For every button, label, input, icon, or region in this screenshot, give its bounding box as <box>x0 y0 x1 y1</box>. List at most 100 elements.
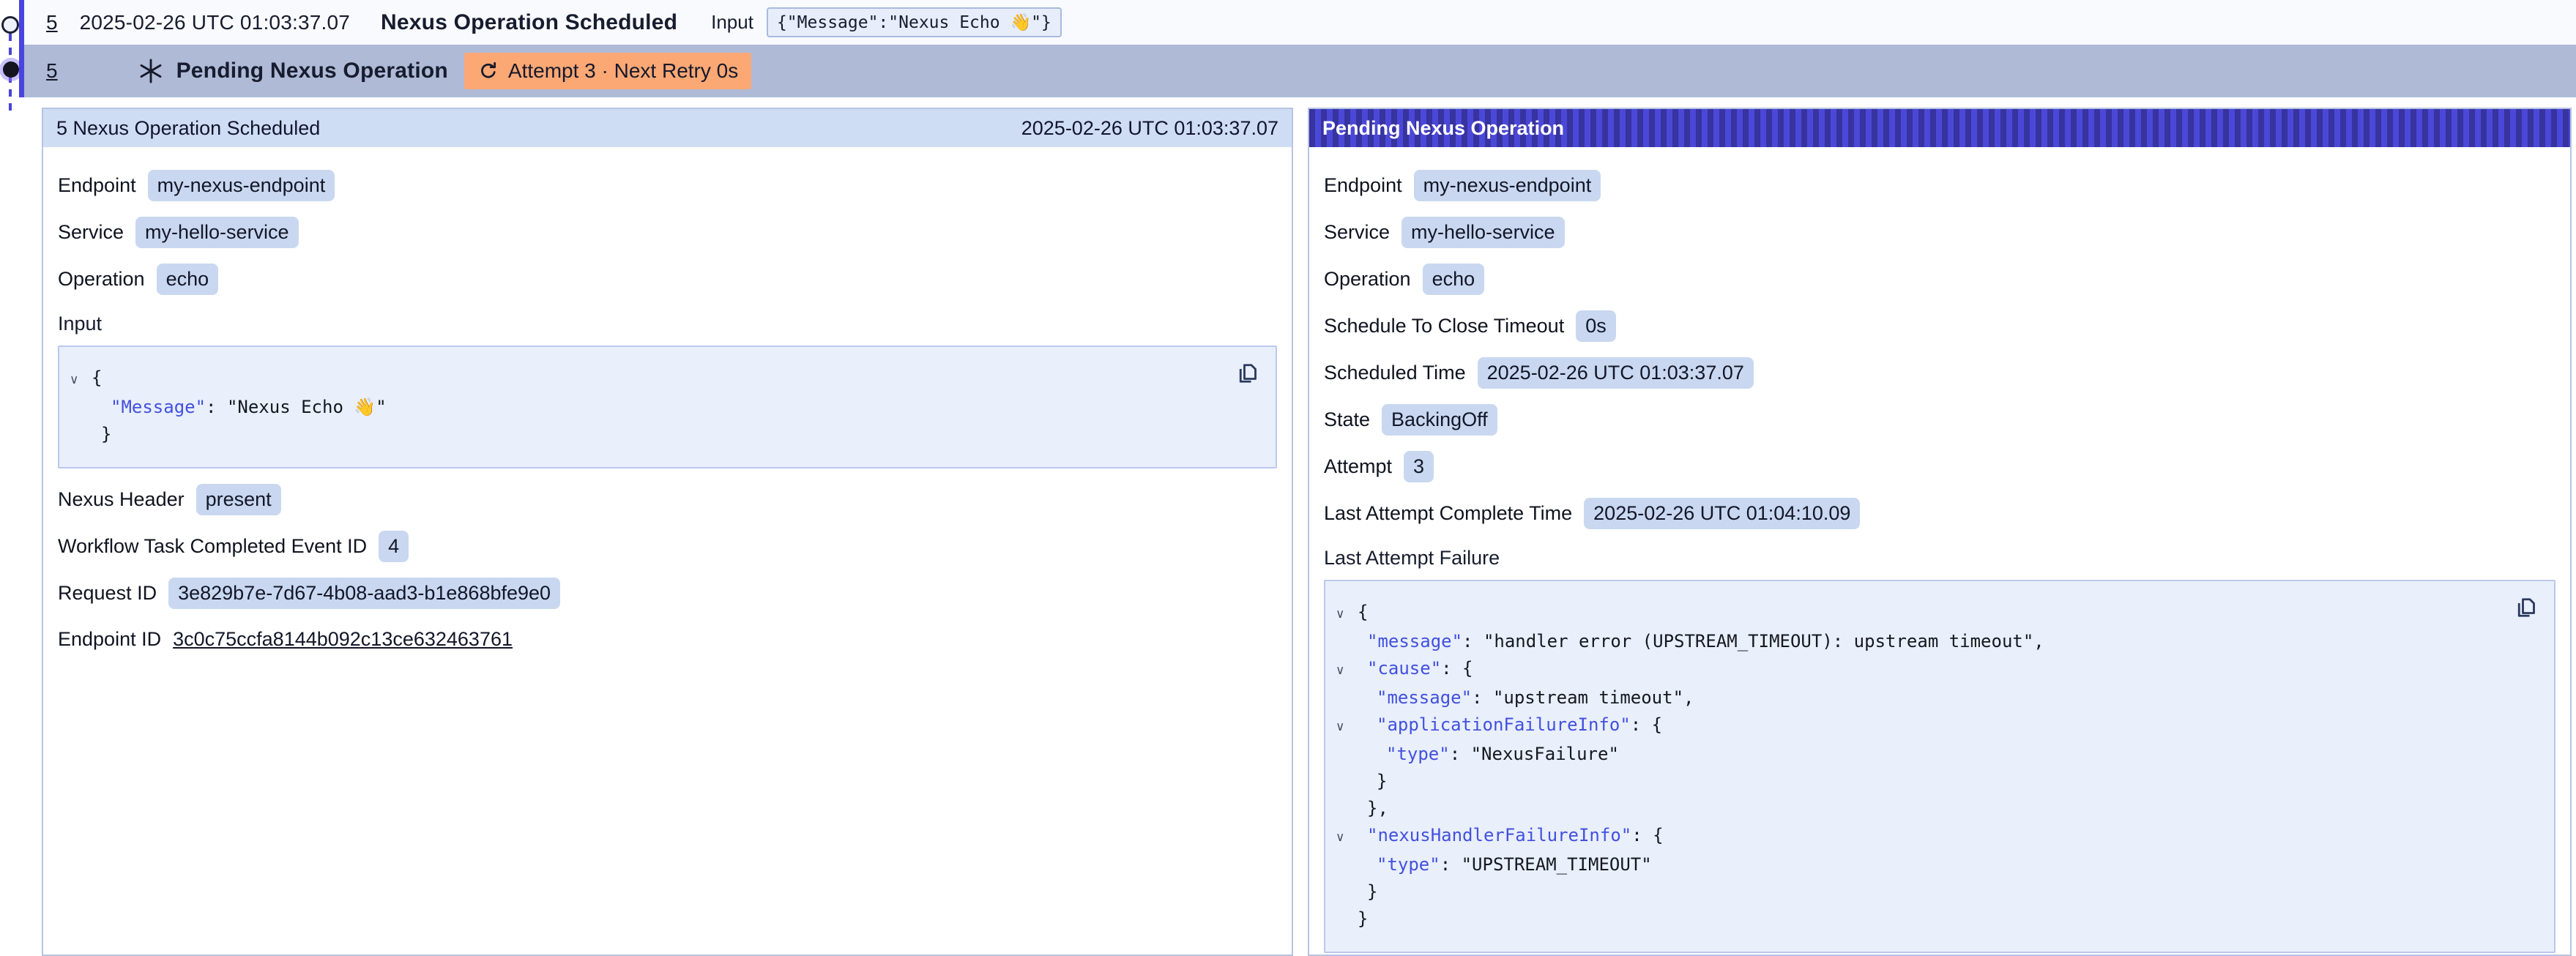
json-line: } <box>70 421 1224 448</box>
chevron-slot: ∨ <box>1336 822 1358 851</box>
field-row: Request ID3e829b7e-7d67-4b08-aad3-b1e868… <box>58 578 1277 609</box>
pending-operation-row[interactable]: 5 Pending Nexus Operation Attempt 3 · Ne… <box>24 45 2576 97</box>
field-value-badge: 3e829b7e-7d67-4b08-aad3-b1e868bfe9e0 <box>168 578 560 609</box>
json-text: : { <box>1441 655 1473 682</box>
field-value-badge: my-hello-service <box>135 217 299 248</box>
field-label: Workflow Task Completed Event ID <box>58 535 367 558</box>
json-key: "message" <box>1367 628 1462 655</box>
failure-section-label: Last Attempt Failure <box>1324 547 2555 570</box>
json-key: "cause" <box>1367 655 1441 682</box>
json-text: : { <box>1631 822 1663 849</box>
pending-id-link[interactable]: 5 <box>46 59 58 83</box>
pending-panel-header: Pending Nexus Operation <box>1309 109 2570 147</box>
event-history-row[interactable]: 5 2025-02-26 UTC 01:03:37.07 Nexus Opera… <box>24 0 2576 45</box>
json-key: "Message" <box>111 394 206 421</box>
field-label: Service <box>1324 221 1390 244</box>
json-text: }, <box>1367 795 1388 822</box>
field-row: Operation echo <box>58 264 1277 295</box>
field-value-badge: 0s <box>1576 310 1616 342</box>
field-row: Scheduled Time2025-02-26 UTC 01:03:37.07 <box>1324 357 2555 389</box>
pending-asterisk-icon <box>137 57 165 85</box>
json-line: "Message": "Nexus Echo 👋" <box>70 394 1224 421</box>
field-value-badge: 4 <box>379 531 409 562</box>
field-label: Attempt <box>1324 455 1392 478</box>
event-detail-panel: 5 Nexus Operation Scheduled 2025-02-26 U… <box>42 108 1293 956</box>
json-line: } <box>1336 878 2503 905</box>
collapse-chevron-icon[interactable]: ∨ <box>70 373 78 387</box>
field-row: Service my-hello-service <box>1324 217 2555 248</box>
field-row: Endpointmy-nexus-endpoint <box>58 170 1277 201</box>
json-line: ∨ "cause": { <box>1336 655 2503 684</box>
json-text: { <box>1358 599 1368 626</box>
event-panel-timestamp: 2025-02-26 UTC 01:03:37.07 <box>1021 117 1278 140</box>
field-label: Endpoint <box>1324 174 1402 197</box>
field-label: Operation <box>1324 268 1411 291</box>
json-text: : "handler error (UPSTREAM_TIMEOUT): ups… <box>1462 628 2044 655</box>
json-line: "message": "upstream timeout", <box>1336 684 2503 712</box>
collapse-chevron-icon[interactable]: ∨ <box>1336 607 1344 621</box>
detail-panels: 5 Nexus Operation Scheduled 2025-02-26 U… <box>42 108 2572 956</box>
field-row: Operation echo <box>1324 264 2555 295</box>
event-input-label: Input <box>711 11 753 34</box>
json-line: ∨{ <box>1336 599 2503 628</box>
field-value-badge: my-nexus-endpoint <box>148 170 335 201</box>
json-line: "message": "handler error (UPSTREAM_TIME… <box>1336 628 2503 655</box>
collapse-chevron-icon[interactable]: ∨ <box>1336 830 1344 845</box>
json-line: ∨"nexusHandlerFailureInfo": { <box>1336 822 2503 851</box>
field-label: Service <box>58 221 124 244</box>
json-line: ∨{ <box>70 365 1224 394</box>
json-key: "applicationFailureInfo" <box>1377 712 1631 739</box>
field-row: Workflow Task Completed Event ID 4 <box>58 531 1277 562</box>
input-json-viewer: ∨{"Message": "Nexus Echo 👋"} <box>58 346 1277 468</box>
event-timestamp: 2025-02-26 UTC 01:03:37.07 <box>80 11 350 34</box>
input-section-label: Input <box>58 313 1277 335</box>
json-line: } <box>1336 768 2503 795</box>
field-value-badge: my-hello-service <box>1401 217 1565 248</box>
json-text: : "UPSTREAM_TIMEOUT" <box>1440 851 1652 878</box>
json-line: } <box>1336 905 2503 933</box>
attempt-retry-label: Attempt 3 · Next Retry 0s <box>508 59 738 83</box>
json-text: } <box>1358 905 1368 933</box>
attempt-retry-badge: Attempt 3 · Next Retry 0s <box>464 53 751 89</box>
copy-button[interactable] <box>1232 357 1264 389</box>
field-label: Operation <box>58 268 145 291</box>
event-input-preview-chip: {"Message":"Nexus Echo 👋"} <box>767 7 1062 37</box>
collapse-chevron-icon[interactable]: ∨ <box>1336 663 1344 678</box>
event-marker-filled-circle[interactable] <box>3 61 19 78</box>
field-value-badge: echo <box>157 264 219 295</box>
json-text: } <box>101 421 111 448</box>
json-text: { <box>92 365 102 392</box>
field-row: Endpoint ID3c0c75ccfa8144b092c13ce632463… <box>58 624 1277 654</box>
json-key: "type" <box>1377 851 1440 878</box>
json-text: : "NexusFailure" <box>1450 741 1619 768</box>
json-key: "type" <box>1386 741 1450 768</box>
json-line: "type": "NexusFailure" <box>1336 741 2503 768</box>
field-row: Last Attempt Complete Time2025-02-26 UTC… <box>1324 498 2555 529</box>
pending-operation-panel: Pending Nexus Operation Endpoint my-nexus… <box>1308 108 2572 956</box>
field-value-badge: 2025-02-26 UTC 01:03:37.07 <box>1478 357 1754 389</box>
copy-icon <box>2513 594 2539 621</box>
event-id-link[interactable]: 5 <box>46 11 58 34</box>
field-value-badge: 3 <box>1404 451 1434 482</box>
json-text: } <box>1367 878 1377 905</box>
pending-panel-title: Pending Nexus Operation <box>1322 117 1564 140</box>
event-panel-title: 5 Nexus Operation Scheduled <box>56 117 320 140</box>
active-selection-bar <box>19 0 24 97</box>
json-key: "message" <box>1377 684 1472 712</box>
field-row: Nexus Headerpresent <box>58 484 1277 515</box>
field-row: Attempt 3 <box>1324 451 2555 482</box>
field-label: Schedule To Close Timeout <box>1324 315 1564 337</box>
field-value-badge: present <box>196 484 281 515</box>
field-value-badge: echo <box>1423 264 1485 295</box>
json-line: ∨"applicationFailureInfo": { <box>1336 712 2503 741</box>
field-value-badge: BackingOff <box>1382 404 1497 436</box>
retry-icon <box>477 60 499 82</box>
copy-icon <box>1235 360 1261 386</box>
collapse-chevron-icon[interactable]: ∨ <box>1336 720 1344 734</box>
field-row: Schedule To Close Timeout 0s <box>1324 310 2555 342</box>
field-value-link[interactable]: 3c0c75ccfa8144b092c13ce632463761 <box>173 628 513 651</box>
field-value-badge: my-nexus-endpoint <box>1414 170 1601 201</box>
copy-button[interactable] <box>2510 591 2542 624</box>
chevron-slot: ∨ <box>70 365 92 394</box>
event-marker-open-circle[interactable] <box>1 16 19 34</box>
